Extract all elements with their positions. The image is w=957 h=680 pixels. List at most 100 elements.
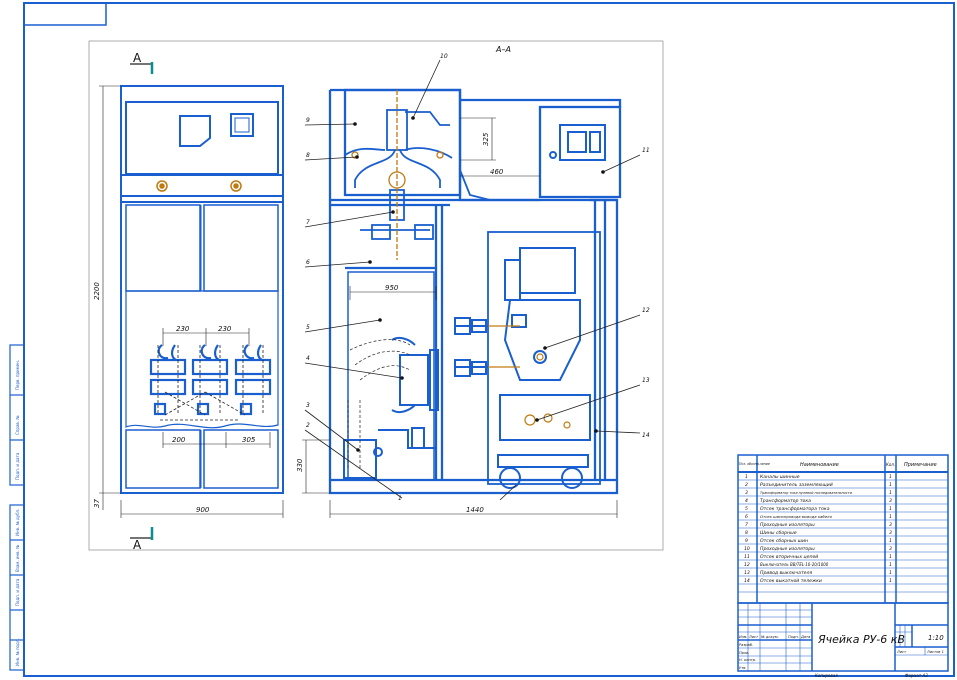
spec-row-pos: 8: [745, 530, 748, 536]
section-dim-bottom-left: 330: [296, 458, 304, 472]
spec-row-qty: 1: [889, 562, 892, 568]
callout-7: 7: [306, 219, 310, 226]
spec-header-name: Наименование: [800, 462, 839, 468]
tb-format: Формат А3: [905, 673, 928, 678]
spec-row-name: Каналы шинные: [760, 474, 800, 480]
tb-copied: Копировал: [815, 673, 838, 678]
spec-row-pos: 9: [745, 538, 748, 544]
tb-row-utv: Утв.: [739, 666, 747, 670]
front-dim-305: 305: [242, 436, 256, 444]
tb-row-nkontr: Н. контр.: [739, 658, 756, 662]
spec-row-name: Отсек трансформатора тока: [760, 506, 830, 512]
callout-8: 8: [306, 152, 310, 159]
spec-row-pos: 10: [744, 546, 750, 552]
callout-3: 3: [306, 402, 310, 409]
callout-14: 14: [642, 432, 650, 439]
spec-row-name: Проходные изоляторы: [760, 546, 815, 552]
spec-row-name: Трансформатор тока нулевой последователь…: [760, 491, 853, 495]
callout-2: 2: [306, 422, 310, 429]
side-label-6: Подп. и дата: [15, 578, 20, 606]
callout-11: 11: [642, 147, 650, 154]
front-dim-bottom-left: 37: [93, 499, 101, 508]
section-ct: [343, 336, 439, 479]
spec-row-name: Трансформатор тока: [760, 498, 811, 504]
spec-row-pos: 12: [744, 562, 750, 568]
callout-6: 6: [306, 259, 310, 266]
spec-row-pos: 14: [744, 578, 750, 584]
spec-row-pos: 4: [745, 498, 748, 504]
spec-row-qty: 1: [889, 554, 892, 560]
callout-10: 10: [440, 53, 448, 60]
spec-row-name: Привод выключателя: [760, 570, 812, 576]
spec-row-pos: 1: [745, 474, 748, 480]
tb-row-list: Лист: [748, 635, 759, 639]
spec-row-qty: 3: [889, 530, 892, 536]
spec-row-name: Разъединитель заземляющий: [760, 482, 833, 488]
spec-row-pos: 2: [745, 482, 748, 488]
spec-row-qty: 3: [889, 498, 892, 504]
section-secondary: [549, 124, 606, 161]
tb-row-izm: Изм.: [739, 635, 747, 639]
svg-text:А: А: [133, 51, 142, 65]
view-mark-bottom: А: [130, 527, 154, 552]
spec-row-name: Шины сборные: [760, 530, 797, 536]
technical-drawing: Перв. примен. Справ. № Подп. и дата Инв.…: [9, 2, 955, 678]
spec-row-qty: 3: [889, 546, 892, 552]
callout-4: 4: [306, 355, 310, 362]
spec-row-pos: 3: [745, 490, 748, 496]
spec-row-name: Отсек выкатной тележки: [760, 578, 822, 584]
spec-row-pos: 5: [745, 506, 748, 512]
spec-header-note: Примечание: [904, 462, 937, 468]
tb-sheet-label: Лист: [896, 650, 907, 654]
callout-13: 13: [642, 377, 650, 384]
spec-row-qty: 1: [889, 578, 892, 584]
tb-scale: 1:10: [928, 634, 944, 642]
callout-12: 12: [642, 307, 650, 314]
spec-row-qty: 1: [889, 474, 892, 480]
spec-row-pos: 6: [745, 514, 748, 520]
side-label-2: Справ. №: [15, 416, 20, 435]
section-dim-vertical-small: 325: [482, 132, 490, 146]
tb-row-date: Дата: [800, 635, 810, 639]
section-label: А–А: [495, 45, 511, 54]
section-breaker: [454, 247, 591, 489]
svg-text:А: А: [133, 538, 142, 552]
spec-row-name: Выключатель ВВ/TEL-10-20/1000: [760, 562, 829, 567]
side-label-1: Перв. примен.: [15, 360, 20, 390]
spec-header-qty: Кол.: [886, 462, 895, 467]
tb-title: Ячейка РУ-6 кВ: [817, 633, 905, 646]
section-bus-details: [344, 109, 491, 240]
callout-9: 9: [306, 117, 310, 124]
spec-row-qty: 1: [889, 482, 892, 488]
spec-row-pos: 11: [744, 554, 750, 560]
front-view: [120, 85, 284, 494]
front-transformers: [149, 344, 272, 416]
spec-row-name: Проходные изоляторы: [760, 522, 815, 528]
tb-sheets-label: Листов 1: [926, 650, 944, 654]
spec-row-qty: 1: [889, 538, 892, 544]
spec-header-pos: Поз. обозна-чение: [739, 462, 770, 466]
front-dim-height: 2200: [93, 282, 101, 300]
front-indicators: [156, 180, 242, 192]
section-dim-width: 1440: [466, 506, 484, 514]
side-label-3: Подп. и дата: [15, 452, 20, 480]
side-label-7: Инв. № подл.: [15, 638, 20, 666]
spec-row-pos: 7: [745, 522, 748, 528]
callout-1: 1: [398, 495, 402, 502]
tb-row-prov: Пров.: [739, 651, 749, 655]
spec-row-qty: 1: [889, 490, 892, 496]
spec-row-name: Отсек шинопровода вывода кабеля: [760, 514, 832, 519]
side-label-4: Инв. № дубл.: [15, 509, 20, 536]
spec-row-pos: 13: [744, 570, 750, 576]
spec-row-qty: 3: [889, 522, 892, 528]
front-dim-width: 900: [196, 506, 210, 514]
section-outline: [328, 88, 622, 495]
tb-row-doc: № докум.: [760, 635, 779, 639]
front-dim-200: 200: [172, 436, 186, 444]
spec-row-name: Отсек вторичных цепей: [760, 554, 818, 560]
spec-row-name: Отсек сборных шин: [760, 538, 808, 544]
section-dim-inner: 950: [385, 284, 399, 292]
callout-5: 5: [306, 324, 310, 331]
section-dim-top-right: 460: [490, 168, 504, 176]
sheet-frame: [10, 2, 955, 677]
